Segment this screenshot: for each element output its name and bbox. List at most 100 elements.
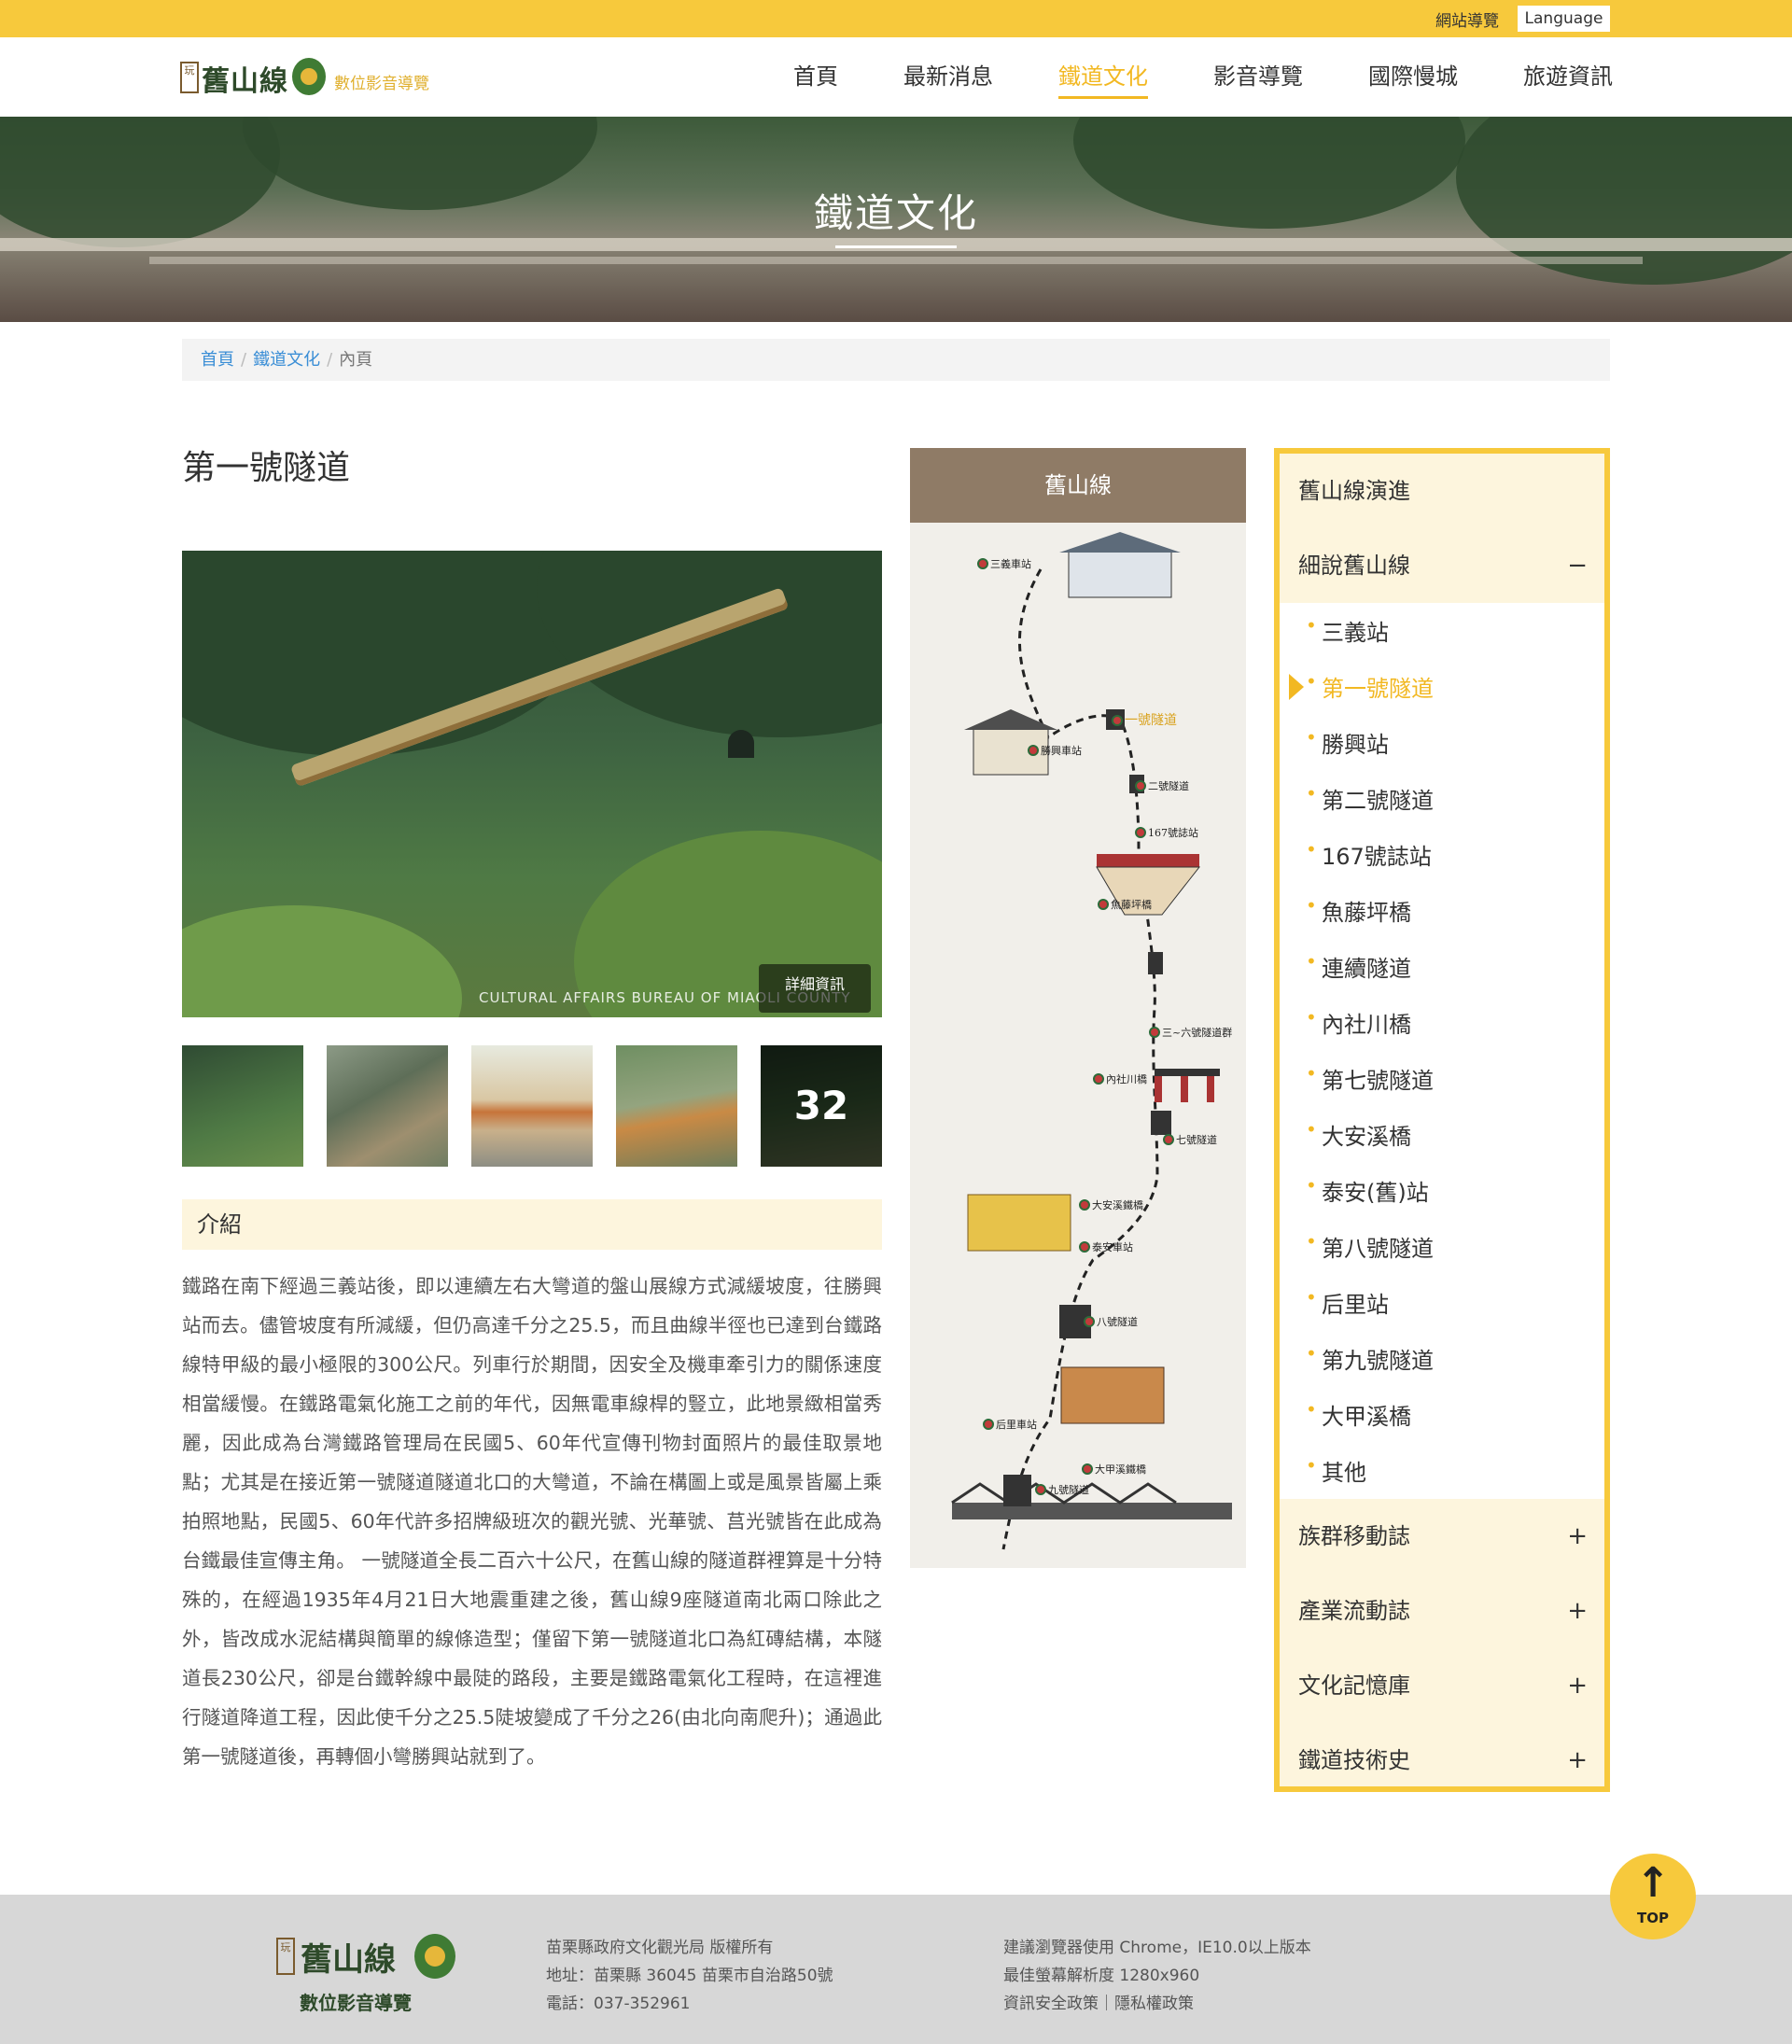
footer-logo-play-badge: 玩	[276, 1938, 295, 1975]
tunnel-icon	[1148, 952, 1163, 974]
submenu-item[interactable]: 連續隧道	[1306, 950, 1411, 983]
map-station-label: 魚藤坪橋	[1111, 898, 1152, 911]
plus-icon[interactable]: +	[1567, 1723, 1588, 1798]
page-title: 第一號隧道	[182, 449, 351, 487]
nav-item[interactable]: 國際慢城	[1368, 58, 1458, 95]
map-station-label: 大甲溪鐵橋	[1095, 1463, 1146, 1476]
sidebar-item[interactable]: 舊山線演進	[1280, 454, 1604, 528]
plus-icon[interactable]: +	[1567, 1499, 1588, 1574]
arrow-up-icon: ↑	[1635, 1859, 1671, 1907]
sidebar-item[interactable]: 文化記憶庫 +	[1280, 1648, 1604, 1723]
map-station-marker[interactable]	[1082, 1463, 1093, 1475]
sidebar-item-label: 細說舊山線	[1298, 553, 1410, 579]
breadcrumb-home[interactable]: 首頁	[201, 350, 234, 370]
bridge-pier-icon	[1181, 1076, 1188, 1102]
submenu-item[interactable]: 大安溪橋	[1306, 1118, 1411, 1151]
submenu-item[interactable]: 大甲溪橋	[1306, 1398, 1411, 1431]
more-photos-count: 32	[761, 1045, 882, 1167]
submenu-item[interactable]: 內社川橋	[1306, 1006, 1411, 1039]
thumbnail[interactable]	[327, 1045, 448, 1167]
site-logo[interactable]: 玩 舊山線 數位影音導覽	[180, 58, 441, 99]
route-map-labels: 三義車站一號隧道勝興車站二號隧道 167號誌站魚藤坪橋三~六號隧道群內社川橋七號隧…	[977, 557, 1232, 1496]
map-station-marker[interactable]	[1135, 827, 1146, 838]
sidebar-item[interactable]: 族群移動誌 +	[1280, 1499, 1604, 1574]
footer-policy-links[interactable]: 資訊安全政策｜隱私權政策	[1003, 1990, 1311, 2018]
bridge-pier-icon	[1207, 1076, 1214, 1102]
submenu-item[interactable]: 第二號隧道	[1306, 782, 1434, 815]
plus-icon[interactable]: +	[1567, 1648, 1588, 1723]
thumbnail[interactable]	[471, 1045, 593, 1167]
thumbnail-image	[182, 1045, 303, 1167]
breadcrumb-section[interactable]: 鐵道文化	[253, 350, 320, 370]
map-station-label: 勝興車站	[1041, 744, 1082, 757]
breadcrumb-current: 內頁	[339, 350, 373, 370]
nav-item[interactable]: 旅遊資訊	[1523, 58, 1613, 95]
map-station-marker[interactable]	[1079, 1199, 1090, 1211]
bridge-icon	[952, 1503, 1232, 1519]
map-station-marker[interactable]	[1035, 1484, 1046, 1495]
submenu-item[interactable]: 第一號隧道	[1306, 670, 1434, 703]
thumbnail[interactable]	[616, 1045, 737, 1167]
map-station-label: 后里車站	[996, 1418, 1037, 1431]
language-button[interactable]: Language	[1518, 6, 1610, 32]
submenu-item[interactable]: 第九號隧道	[1306, 1342, 1434, 1375]
map-station-marker[interactable]	[1163, 1134, 1174, 1145]
map-station-marker[interactable]	[977, 558, 988, 569]
footer-logo[interactable]: 玩 舊山線 數位影音導覽	[276, 1934, 463, 2014]
submenu-item[interactable]: 泰安(舊)站	[1306, 1174, 1429, 1207]
thumbnail-more[interactable]: 32	[761, 1045, 882, 1167]
map-station-marker[interactable]	[1149, 1027, 1160, 1038]
map-station-label: 大安溪鐵橋	[1092, 1198, 1143, 1211]
submenu-item[interactable]: 后里站	[1306, 1286, 1389, 1319]
banner-title-underline	[835, 245, 957, 248]
submenu-item[interactable]: 三義站	[1306, 614, 1389, 647]
nav-item[interactable]: 最新消息	[903, 58, 993, 95]
map-station-marker[interactable]	[1079, 1241, 1090, 1253]
map-station-marker[interactable]	[1084, 1316, 1095, 1327]
footer-phone: 電話：037-352961	[546, 1995, 691, 2013]
map-station-label: 三義車站	[990, 557, 1031, 570]
sidebar-item-label: 產業流動誌	[1298, 1598, 1410, 1624]
submenu-item[interactable]: 第七號隧道	[1306, 1062, 1434, 1095]
thumbnail[interactable]	[182, 1045, 303, 1167]
map-station-marker[interactable]	[1112, 715, 1123, 726]
nav-item[interactable]: 首頁	[793, 58, 838, 95]
route-map-drawing: 三義車站一號隧道勝興車站二號隧道 167號誌站魚藤坪橋三~六號隧道群內社川橋七號隧…	[951, 532, 1232, 1550]
submenu-item[interactable]: 魚藤坪橋	[1306, 894, 1411, 927]
route-map: 舊山線 三義車站 一號隧道 勝興車站 二號隧道 167號誌站 魚藤坪橋 三~六號隧道群 內社川…	[910, 448, 1246, 1568]
sidebar-item-label: 族群移動誌	[1298, 1523, 1410, 1549]
main-photo[interactable]: CULTURAL AFFAIRS BUREAU OF MIAOLI COUNTY…	[182, 551, 882, 1017]
submenu-item[interactable]: 167號誌站	[1306, 838, 1432, 871]
sitemap-link[interactable]: 網站導覽	[1435, 7, 1499, 31]
map-station-marker[interactable]	[1093, 1073, 1104, 1085]
back-to-top-button[interactable]: ↑ TOP	[1610, 1854, 1696, 1939]
map-station-label: 八號隧道	[1097, 1315, 1138, 1328]
submenu-item[interactable]: 其他	[1306, 1454, 1366, 1487]
expand-toggle-icon[interactable]: −	[1567, 528, 1588, 603]
photo-tunnel-portal	[728, 730, 754, 758]
footer-copyright: 苗栗縣政府文化觀光局 版權所有	[546, 1939, 774, 1957]
station-building-icon	[1060, 1366, 1165, 1424]
submenu-item[interactable]: 第八號隧道	[1306, 1230, 1434, 1263]
plus-icon[interactable]: +	[1567, 1574, 1588, 1648]
nav-item[interactable]: 影音導覽	[1213, 58, 1303, 95]
submenu-item[interactable]: 勝興站	[1306, 726, 1389, 759]
map-station-marker[interactable]	[983, 1419, 994, 1430]
footer-logo-emblem-icon	[414, 1934, 455, 1979]
map-station-marker[interactable]	[1135, 780, 1146, 791]
sidebar-item[interactable]: 細說舊山線 −	[1280, 528, 1604, 603]
nav-item[interactable]: 鐵道文化	[1058, 58, 1148, 99]
nav-item-label: 鐵道文化	[1058, 63, 1148, 90]
footer-logo-name: 舊山線	[301, 1941, 396, 1979]
detail-info-button[interactable]: 詳細資訊	[759, 964, 871, 1013]
sidebar-item[interactable]: 產業流動誌 +	[1280, 1574, 1604, 1648]
breadcrumb: 首頁 / 鐵道文化 / 內頁	[182, 339, 1610, 381]
sidebar-item[interactable]: 鐵道技術史 +	[1280, 1723, 1604, 1798]
map-station-marker[interactable]	[1028, 745, 1039, 756]
photo-forest	[537, 551, 882, 737]
footer-address: 地址：苗栗縣 36045 苗栗市自治路50號	[546, 1967, 833, 1985]
map-station-marker[interactable]	[1098, 899, 1109, 910]
banner-station-roof	[0, 238, 1792, 251]
site-header: 玩 舊山線 數位影音導覽 首頁 最新消息 鐵道文化 影音導覽 國際慢城 旅遊資訊	[0, 37, 1792, 117]
footer-info: 建議瀏覽器使用 Chrome，IE10.0以上版本 最佳螢幕解析度 1280x9…	[1003, 1934, 1311, 2018]
